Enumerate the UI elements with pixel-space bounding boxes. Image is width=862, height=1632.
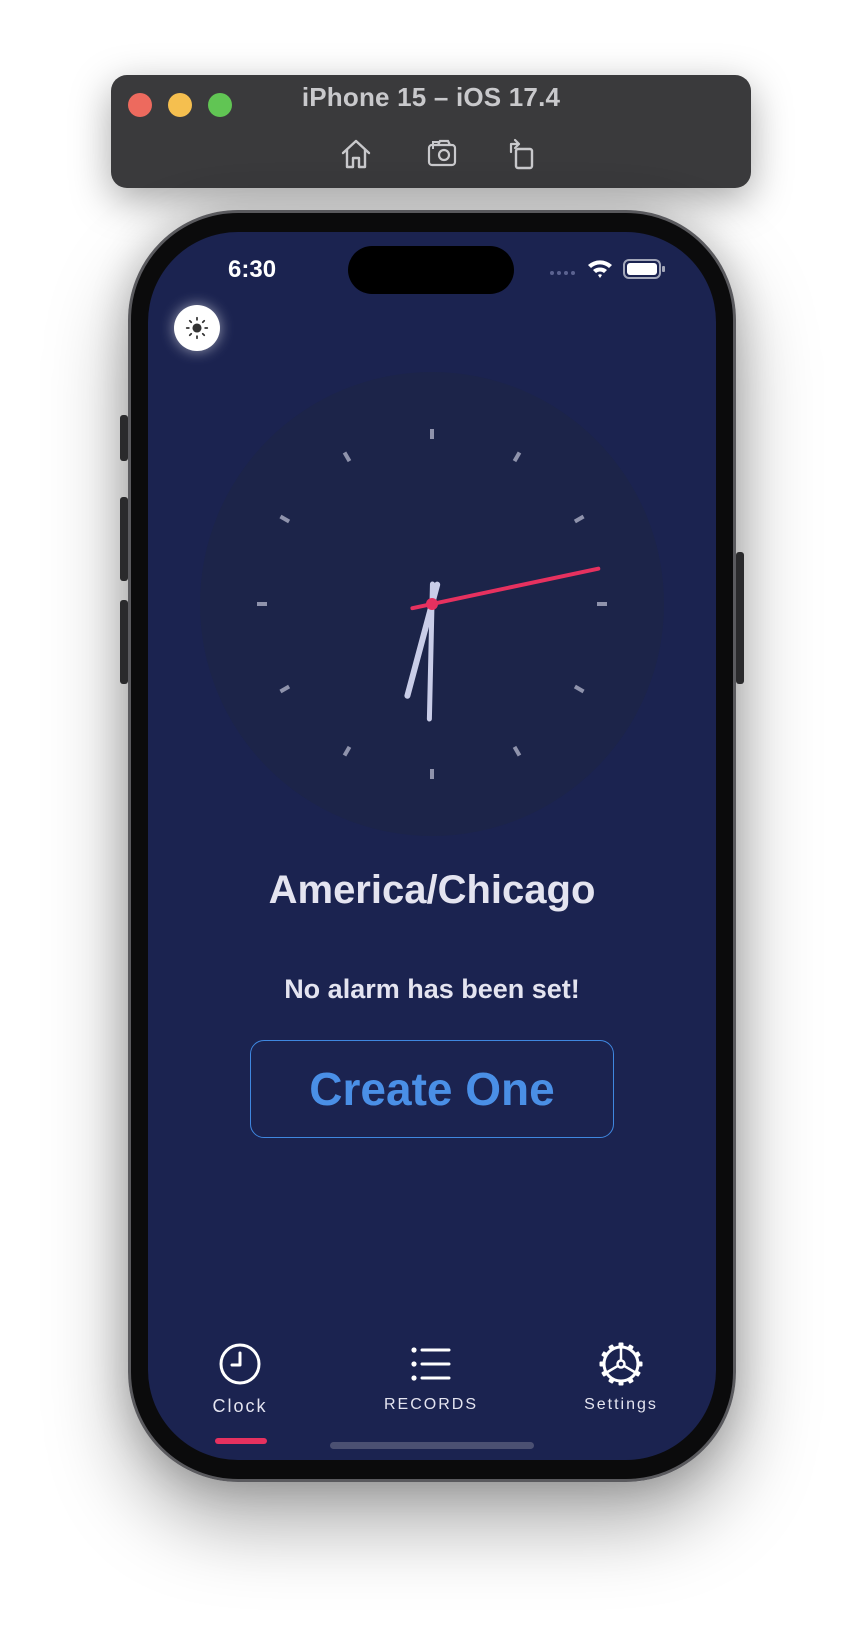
signal-icon [550,271,575,275]
tab-clock[interactable]: Clock [170,1340,310,1450]
home-indicator [330,1442,534,1449]
action-button [120,415,128,461]
tab-settings[interactable]: Settings [551,1340,691,1450]
sun-icon [185,316,209,340]
alarm-status-text: No alarm has been set! [284,974,580,1004]
dynamic-island [348,246,514,294]
battery-icon [623,259,665,279]
create-alarm-button[interactable]: Create One [250,1040,614,1138]
analog-clock [200,372,664,836]
volume-up-button [120,497,128,581]
status-indicators [548,254,678,284]
timezone-label: America/Chicago [268,868,596,912]
clock-icon [219,1343,261,1385]
active-tab-indicator [215,1438,267,1444]
power-button [736,552,744,684]
tab-records[interactable]: RECORDS [361,1340,501,1450]
home-icon[interactable] [338,136,374,172]
rotate-icon[interactable] [505,136,541,172]
tab-records-label: RECORDS [383,1396,478,1413]
theme-toggle-button[interactable] [174,305,220,351]
list-icon [411,1347,451,1381]
tab-settings-label: Settings [584,1396,658,1413]
screenshot-icon[interactable] [425,136,461,172]
gear-icon [599,1342,643,1386]
app-screen: 6:30 America/Chicago No alarm has been s… [148,232,716,1460]
volume-down-button [120,600,128,684]
clock-center [426,598,438,610]
status-time: 6:30 [228,256,277,283]
wifi-icon [588,260,612,278]
tab-clock-label: Clock [212,1396,268,1416]
simulator-title: iPhone 15 – iOS 17.4 [301,82,561,112]
